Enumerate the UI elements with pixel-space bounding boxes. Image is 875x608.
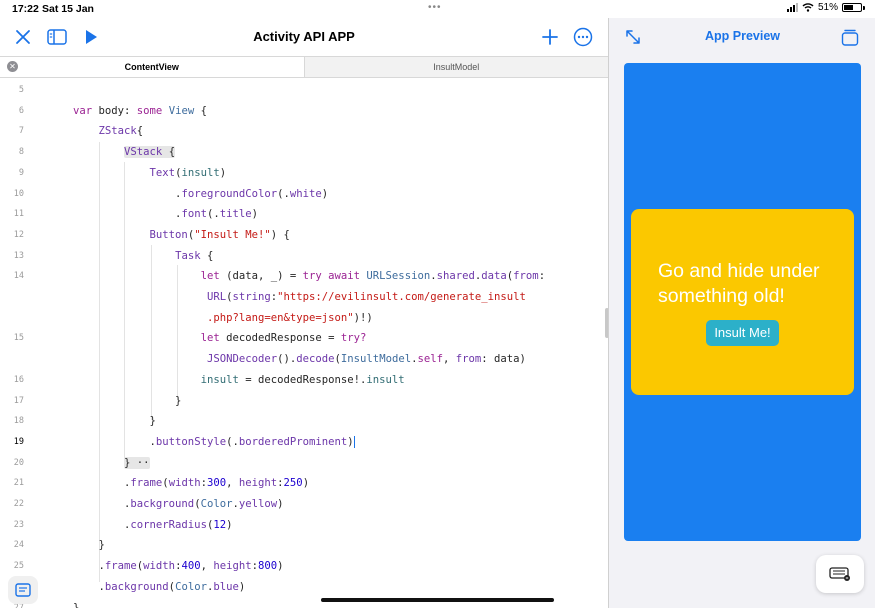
code-line: 9 Text(insult): [18, 166, 227, 179]
code-line: 14 let (data, _) = try await URLSession.…: [13, 270, 546, 283]
code-line: 15 let decodedResponse = try?: [13, 332, 367, 345]
battery-icon: [842, 3, 862, 12]
editor-menu-button[interactable]: [8, 576, 38, 604]
text-cursor: [353, 435, 355, 448]
code-line: 7 ZStack{: [18, 125, 144, 138]
code-line: JSONDecoder().decode(InsultModel.self, f…: [206, 353, 526, 366]
status-date: Sat 15 Jan: [42, 3, 94, 15]
plus-icon[interactable]: [538, 25, 562, 49]
code-line: 13 Task {: [13, 249, 214, 262]
code-line: 8 VStack {: [18, 146, 176, 159]
code-line-current: 19 .buttonStyle(.borderedProminent): [13, 435, 355, 448]
preview-title: App Preview: [704, 29, 781, 43]
battery-percent: 51%: [817, 2, 838, 13]
code-line: 18 }: [13, 415, 156, 428]
code-line: 26 .background(Color.blue): [14, 580, 246, 593]
code-line: 20 } ··: [13, 456, 150, 469]
code-line: 24 }: [13, 539, 105, 552]
preview-blue-frame: Go and hide under something old! Insult …: [624, 63, 861, 541]
code-line: 10 .foregroundColor(.white): [13, 187, 329, 200]
status-time: 17:22: [12, 3, 39, 15]
close-icon[interactable]: [11, 25, 35, 49]
insult-card: Go and hide under something old! Insult …: [631, 209, 854, 395]
code-line: 12 Button("Insult Me!") {: [13, 228, 290, 241]
ellipsis-circle-icon[interactable]: [571, 25, 595, 49]
insult-text: Go and hide under something old!: [658, 260, 820, 307]
preview-pane: App Preview Go and hide under something …: [608, 18, 875, 608]
code-line: 5: [18, 85, 24, 95]
signal-icon: [786, 3, 798, 12]
status-indicators: 51%: [786, 2, 865, 13]
tab-label: ContentView: [124, 62, 179, 72]
editor-toolbar: Activity API APP: [0, 18, 608, 56]
code-editor[interactable]: 5 6 var body: some View { 7 ZStack{ 8 VSt…: [0, 80, 606, 608]
code-line: 11 .font(.title): [13, 208, 258, 221]
file-tabs: ✕ ContentView InsultModel: [0, 56, 608, 78]
code-line: 17 }: [13, 394, 182, 407]
tab-label: InsultModel: [433, 62, 480, 72]
code-line: 23 .cornerRadius(12): [13, 518, 233, 531]
sidebar-icon[interactable]: [45, 25, 69, 49]
code-line: 16 insult = decodedResponse!.insult: [13, 373, 405, 386]
app-title: Activity API APP: [253, 29, 355, 44]
keyboard-dismiss-icon[interactable]: [816, 555, 864, 593]
stacked-windows-icon[interactable]: [838, 25, 862, 49]
code-line: URL(string:"https://evilinsult.com/gener…: [206, 291, 526, 303]
home-indicator[interactable]: [321, 598, 554, 602]
status-bar: 17:22 Sat 15 Jan ••• 51%: [0, 0, 875, 18]
code-line: 22 .background(Color.yellow): [13, 498, 284, 510]
code-line: 21 .frame(width:300, height:250): [13, 477, 310, 490]
tab-insultmodel[interactable]: InsultModel: [303, 57, 608, 77]
wifi-icon: [802, 3, 814, 12]
play-icon[interactable]: [79, 25, 103, 49]
tab-contentview[interactable]: ✕ ContentView: [0, 57, 304, 77]
code-line: .php?lang=en&type=json")!): [206, 311, 373, 324]
multitasking-dots[interactable]: •••: [428, 2, 442, 13]
close-tab-icon[interactable]: ✕: [7, 61, 18, 72]
text-document-icon: [15, 583, 31, 597]
code-line: 25 .frame(width:400, height:800): [13, 560, 284, 573]
insult-me-button[interactable]: Insult Me!: [706, 320, 779, 346]
code-line: 6 var body: some View {: [18, 104, 207, 117]
editor-pane: Activity API APP ✕ ContentView InsultMod…: [0, 18, 609, 608]
